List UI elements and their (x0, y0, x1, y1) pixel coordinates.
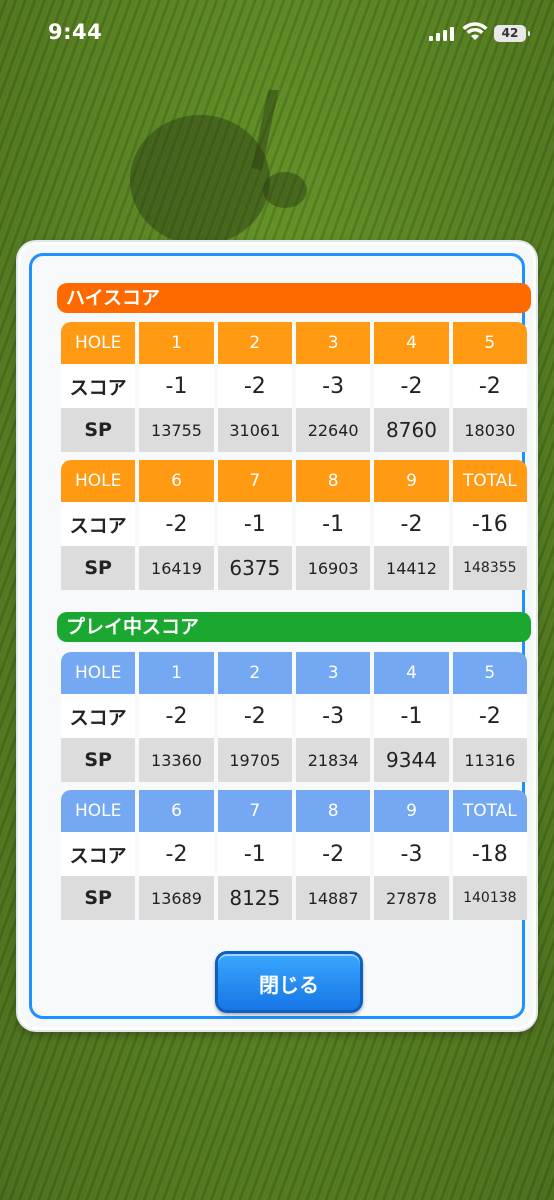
table-header-row: HOLE 6 7 8 9 TOTAL (61, 790, 527, 832)
sp-cell: 31061 (217, 408, 292, 452)
row-label: SP (61, 876, 136, 920)
header-cell: TOTAL (452, 460, 527, 502)
sp-cell: 8125 (217, 876, 292, 920)
row-label: SP (61, 546, 136, 590)
close-button[interactable]: 閉じる (215, 951, 363, 1013)
sp-cell: 14412 (374, 546, 449, 590)
sp-cell: 19705 (217, 738, 292, 782)
battery-icon: 42 (494, 25, 530, 42)
header-cell: HOLE (61, 322, 136, 364)
header-cell: HOLE (61, 790, 136, 832)
header-cell: 1 (139, 652, 214, 694)
score-cell: -2 (217, 694, 292, 738)
header-cell: 1 (139, 322, 214, 364)
sp-row: SP 13360 19705 21834 9344 11316 (61, 738, 527, 782)
header-cell: 9 (374, 460, 449, 502)
header-cell: 4 (374, 322, 449, 364)
header-cell: 2 (217, 322, 292, 364)
header-cell: HOLE (61, 460, 136, 502)
sp-cell: 16419 (139, 546, 214, 590)
score-cell: -2 (374, 502, 449, 546)
score-cell: -2 (139, 832, 214, 876)
header-cell: 3 (295, 322, 371, 364)
score-row: スコア -2 -2 -3 -1 -2 (61, 694, 527, 738)
score-cell: -2 (139, 694, 214, 738)
sp-cell: 18030 (452, 408, 527, 452)
header-cell: 2 (217, 652, 292, 694)
score-cell: -2 (374, 364, 449, 408)
sp-cell: 13755 (139, 408, 214, 452)
status-time: 9:44 (48, 20, 103, 44)
high-score-title: ハイスコア (57, 283, 531, 313)
header-cell: TOTAL (452, 790, 527, 832)
current-score-title: プレイ中スコア (57, 612, 531, 642)
header-cell: 8 (295, 460, 371, 502)
high-score-front-table: HOLE 1 2 3 4 5 スコア -1 -2 -3 -2 -2 SP 137… (57, 322, 531, 452)
sp-cell: 13360 (139, 738, 214, 782)
score-cell: -2 (139, 502, 214, 546)
score-cell: -1 (374, 694, 449, 738)
row-label: SP (61, 738, 136, 782)
sp-cell: 14887 (295, 876, 371, 920)
score-dialog-frame: ハイスコア HOLE 1 2 3 4 5 スコア -1 -2 -3 -2 -2 … (29, 253, 531, 1019)
sp-cell: 6375 (217, 546, 292, 590)
score-row: スコア -1 -2 -3 -2 -2 (61, 364, 527, 408)
sp-cell: 8760 (374, 408, 449, 452)
wifi-icon (462, 22, 488, 40)
sp-cell: 11316 (452, 738, 527, 782)
header-cell: 4 (374, 652, 449, 694)
sp-cell: 21834 (295, 738, 371, 782)
header-cell: HOLE (61, 652, 136, 694)
score-cell: -2 (452, 694, 527, 738)
sp-cell: 27878 (374, 876, 449, 920)
row-label: スコア (61, 694, 136, 738)
status-bar: 9:44 42 (0, 0, 554, 60)
score-cell: -1 (217, 832, 292, 876)
score-cell: -3 (295, 694, 371, 738)
header-cell: 8 (295, 790, 371, 832)
score-cell: -1 (295, 502, 371, 546)
header-cell: 7 (217, 790, 292, 832)
table-header-row: HOLE 1 2 3 4 5 (61, 652, 527, 694)
score-cell: -2 (452, 364, 527, 408)
score-cell: -1 (217, 502, 292, 546)
header-cell: 3 (295, 652, 371, 694)
score-cell: -1 (139, 364, 214, 408)
row-label: スコア (61, 364, 136, 408)
score-cell: -2 (217, 364, 292, 408)
header-cell: 6 (139, 790, 214, 832)
score-cell: -18 (452, 832, 527, 876)
score-dialog: ハイスコア HOLE 1 2 3 4 5 スコア -1 -2 -3 -2 -2 … (18, 242, 536, 1030)
row-label: スコア (61, 832, 136, 876)
table-header-row: HOLE 1 2 3 4 5 (61, 322, 527, 364)
sp-cell: 22640 (295, 408, 371, 452)
score-cell: -3 (295, 364, 371, 408)
row-label: SP (61, 408, 136, 452)
score-row: スコア -2 -1 -1 -2 -16 (61, 502, 527, 546)
current-score-back-table: HOLE 6 7 8 9 TOTAL スコア -2 -1 -2 -3 -18 S… (57, 790, 531, 920)
sp-cell: 9344 (374, 738, 449, 782)
score-cell: -3 (374, 832, 449, 876)
sp-cell: 13689 (139, 876, 214, 920)
sp-cell: 16903 (295, 546, 371, 590)
table-header-row: HOLE 6 7 8 9 TOTAL (61, 460, 527, 502)
sp-cell: 140138 (452, 876, 527, 920)
score-cell: -2 (295, 832, 371, 876)
sp-row: SP 13689 8125 14887 27878 140138 (61, 876, 527, 920)
header-cell: 9 (374, 790, 449, 832)
row-label: スコア (61, 502, 136, 546)
sp-row: SP 13755 31061 22640 8760 18030 (61, 408, 527, 452)
sp-cell: 148355 (452, 546, 527, 590)
high-score-back-table: HOLE 6 7 8 9 TOTAL スコア -2 -1 -1 -2 -16 S… (57, 460, 531, 590)
sp-row: SP 16419 6375 16903 14412 148355 (61, 546, 527, 590)
header-cell: 7 (217, 460, 292, 502)
header-cell: 5 (452, 322, 527, 364)
score-row: スコア -2 -1 -2 -3 -18 (61, 832, 527, 876)
score-cell: -16 (452, 502, 527, 546)
header-cell: 5 (452, 652, 527, 694)
header-cell: 6 (139, 460, 214, 502)
current-score-front-table: HOLE 1 2 3 4 5 スコア -2 -2 -3 -1 -2 SP 133… (57, 652, 531, 782)
signal-icon (429, 27, 454, 41)
